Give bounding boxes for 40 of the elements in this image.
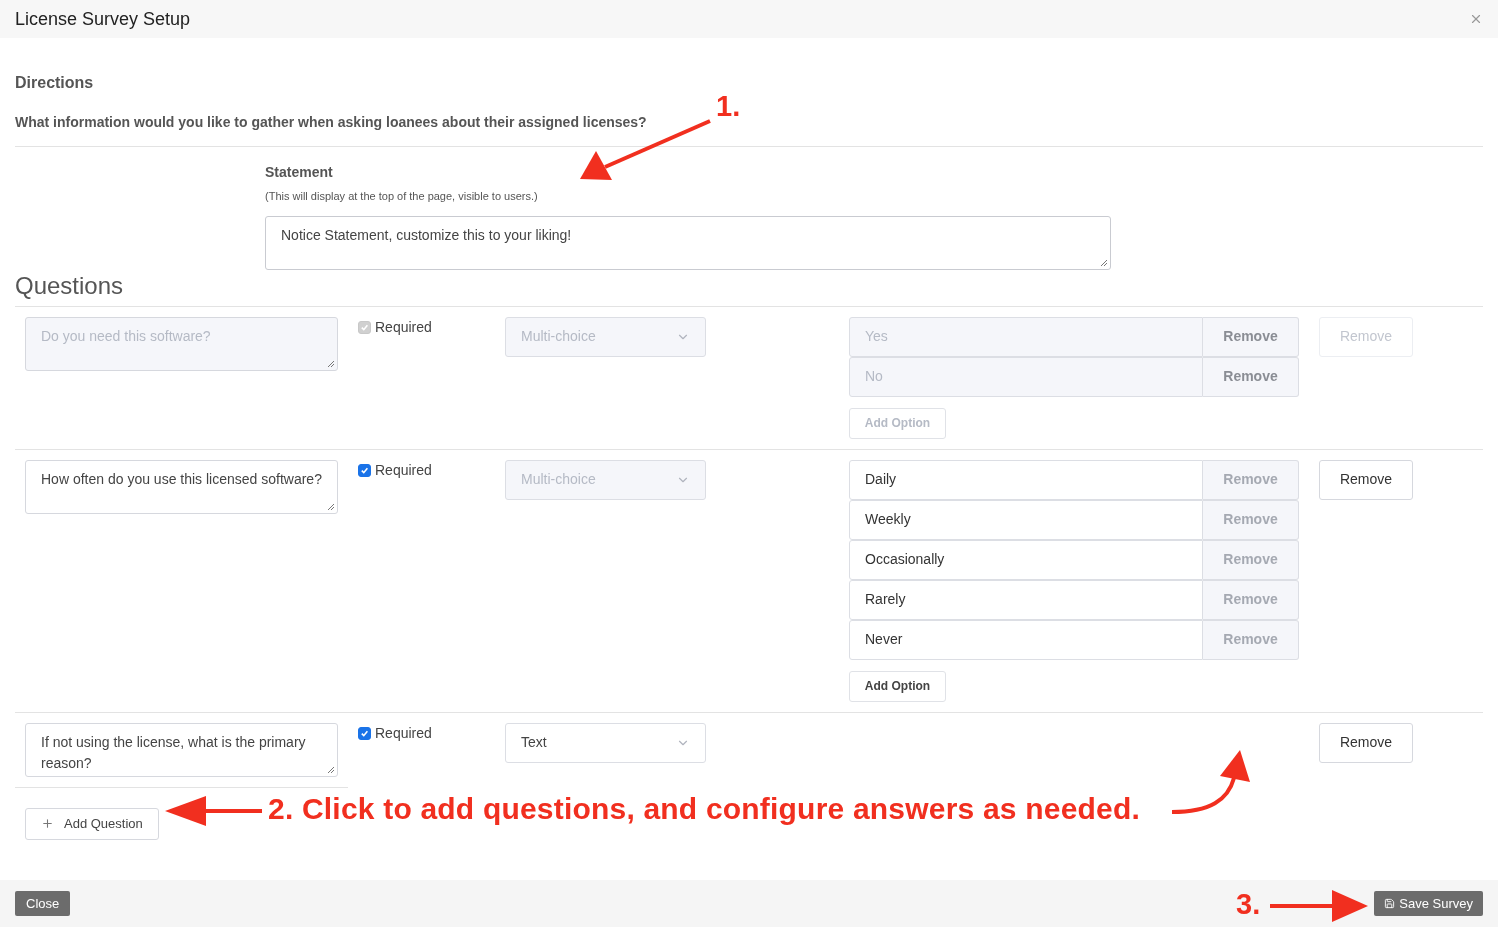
required-checkbox[interactable] (358, 463, 371, 477)
required-label: Required (375, 723, 432, 743)
question-field[interactable]: How often do you use this licensed software? (25, 459, 338, 514)
option-field[interactable]: Rarely (849, 579, 1203, 620)
resize-grip-icon[interactable] (327, 502, 335, 511)
close-icon[interactable] (1469, 12, 1483, 26)
close-button[interactable]: Close (15, 891, 71, 916)
directions-heading: Directions (15, 73, 95, 93)
add-option-button[interactable]: Add Option (849, 670, 946, 702)
option-field[interactable]: Occasionally (849, 539, 1203, 580)
instruction-label: 2. Click to add questions, and configure answers as needed. (268, 794, 1140, 824)
option-field[interactable]: Weekly (849, 499, 1203, 540)
step-label: 3. (1236, 890, 1261, 919)
statement-field[interactable]: Notice Statement, customize this to your liking! (265, 215, 1111, 270)
questions-heading: Questions (15, 270, 125, 301)
statement-label: Statement (265, 163, 334, 182)
arrow-icon (165, 796, 262, 826)
question-field[interactable]: If not using the license, what is the primary reason? (25, 722, 338, 777)
curved-arrow-icon (1171, 750, 1250, 814)
resize-grip-icon[interactable] (327, 765, 335, 774)
save-survey-button[interactable]: Save Survey (1374, 891, 1483, 916)
resize-grip-icon[interactable] (1100, 258, 1108, 267)
checkmark-icon (360, 465, 369, 475)
checkmark-icon (360, 322, 369, 332)
required-label: Required (375, 317, 432, 337)
window-title: License Survey Setup (15, 7, 191, 31)
statement-hint: (This will display at the top of the page, visible to users.) (265, 189, 539, 204)
remove-question-button[interactable]: Remove (1319, 459, 1413, 500)
type-select[interactable]: Text (505, 722, 706, 763)
option-field[interactable]: Daily (849, 459, 1203, 500)
remove-question-button[interactable]: Remove (1319, 722, 1413, 763)
plus-icon (41, 817, 54, 830)
step-label: 1. (716, 92, 741, 121)
arrow-icon (1270, 890, 1368, 922)
add-question-button[interactable]: Add Question (25, 807, 159, 840)
checkmark-icon (360, 728, 369, 738)
required-checkbox[interactable] (358, 726, 371, 740)
option-field[interactable]: Never (849, 619, 1203, 660)
directions-prompt: What information would you like to gather when asking loanees about their assigned licenses? (15, 113, 648, 132)
required-label: Required (375, 460, 432, 480)
